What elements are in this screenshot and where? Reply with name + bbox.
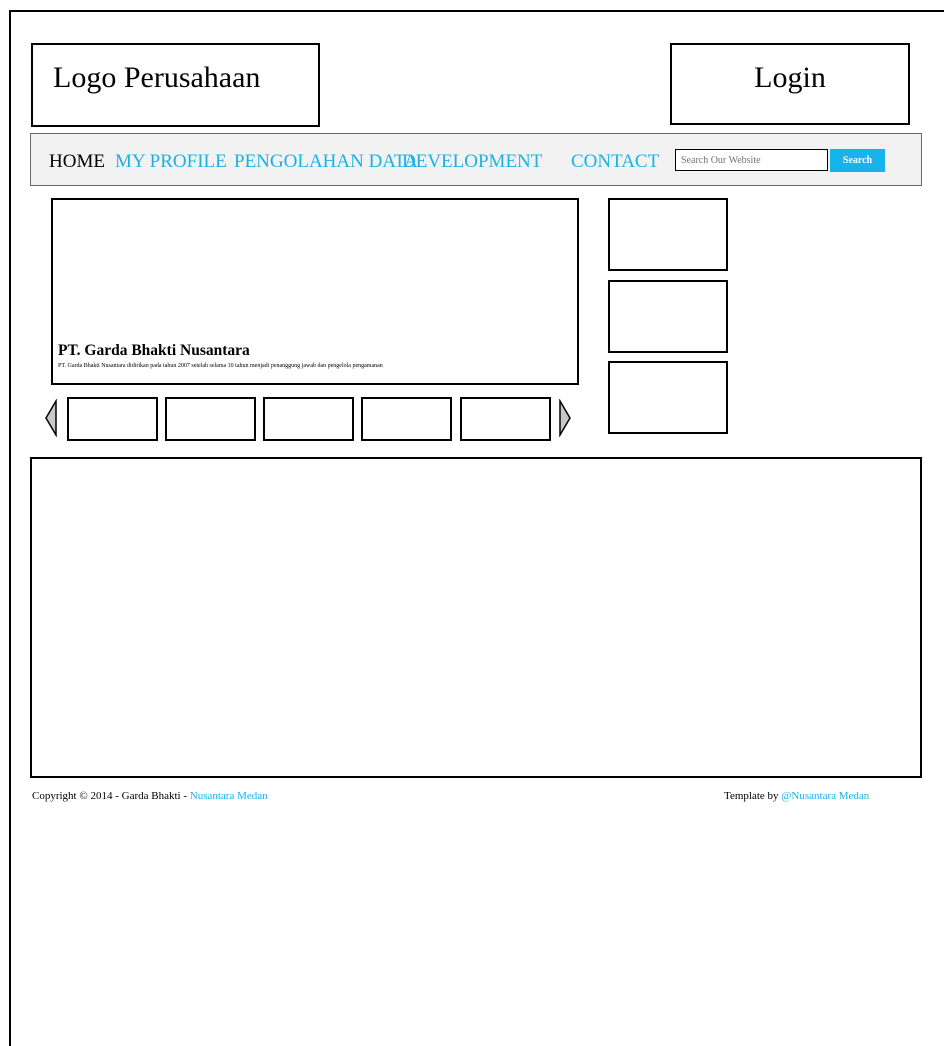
- side-box-2[interactable]: [608, 280, 728, 353]
- nav-pengolahan-data[interactable]: PENGOLAHAN DATA: [234, 151, 418, 173]
- search-input[interactable]: [675, 149, 828, 171]
- nav-my-profile[interactable]: MY PROFILE: [115, 151, 227, 173]
- featured-slider[interactable]: PT. Garda Bhakti Nusantara PT. Garda Bha…: [51, 198, 579, 385]
- template-text: Template by: [724, 790, 782, 802]
- slider-thumbnail-5[interactable]: [460, 397, 551, 441]
- slider-prev-arrow-icon[interactable]: [44, 399, 58, 437]
- nav-development[interactable]: DEVELOPMENT: [402, 151, 542, 173]
- side-box-3[interactable]: [608, 361, 728, 434]
- logo-text: Logo Perusahaan: [53, 61, 261, 94]
- nav-home[interactable]: HOME: [49, 151, 105, 173]
- slider-thumbnail-2[interactable]: [165, 397, 256, 441]
- main-navbar: HOME MY PROFILE PENGOLAHAN DATA DEVELOPM…: [30, 133, 922, 186]
- template-link[interactable]: @Nusantara Medan: [781, 790, 869, 802]
- copyright-link[interactable]: Nusantara Medan: [190, 790, 268, 802]
- company-logo[interactable]: Logo Perusahaan: [31, 43, 320, 127]
- main-content-area: [30, 457, 922, 778]
- copyright-text: Copyright © 2014 - Garda Bhakti -: [32, 790, 190, 802]
- footer-template-credit: Template by @Nusantara Medan: [724, 790, 869, 802]
- slide-description: PT. Garda Bhakti Nusantara didirikan pad…: [58, 363, 383, 369]
- nav-contact[interactable]: CONTACT: [571, 151, 659, 173]
- footer-copyright: Copyright © 2014 - Garda Bhakti - Nusant…: [32, 790, 268, 802]
- slider-next-arrow-icon[interactable]: [558, 399, 572, 437]
- slider-thumbnail-1[interactable]: [67, 397, 158, 441]
- login-label: Login: [754, 61, 826, 94]
- slider-thumbnail-4[interactable]: [361, 397, 452, 441]
- slider-thumbnail-3[interactable]: [263, 397, 354, 441]
- login-button[interactable]: Login: [670, 43, 910, 125]
- side-box-1[interactable]: [608, 198, 728, 271]
- search-button[interactable]: Search: [830, 149, 885, 172]
- slide-title: PT. Garda Bhakti Nusantara: [58, 342, 250, 359]
